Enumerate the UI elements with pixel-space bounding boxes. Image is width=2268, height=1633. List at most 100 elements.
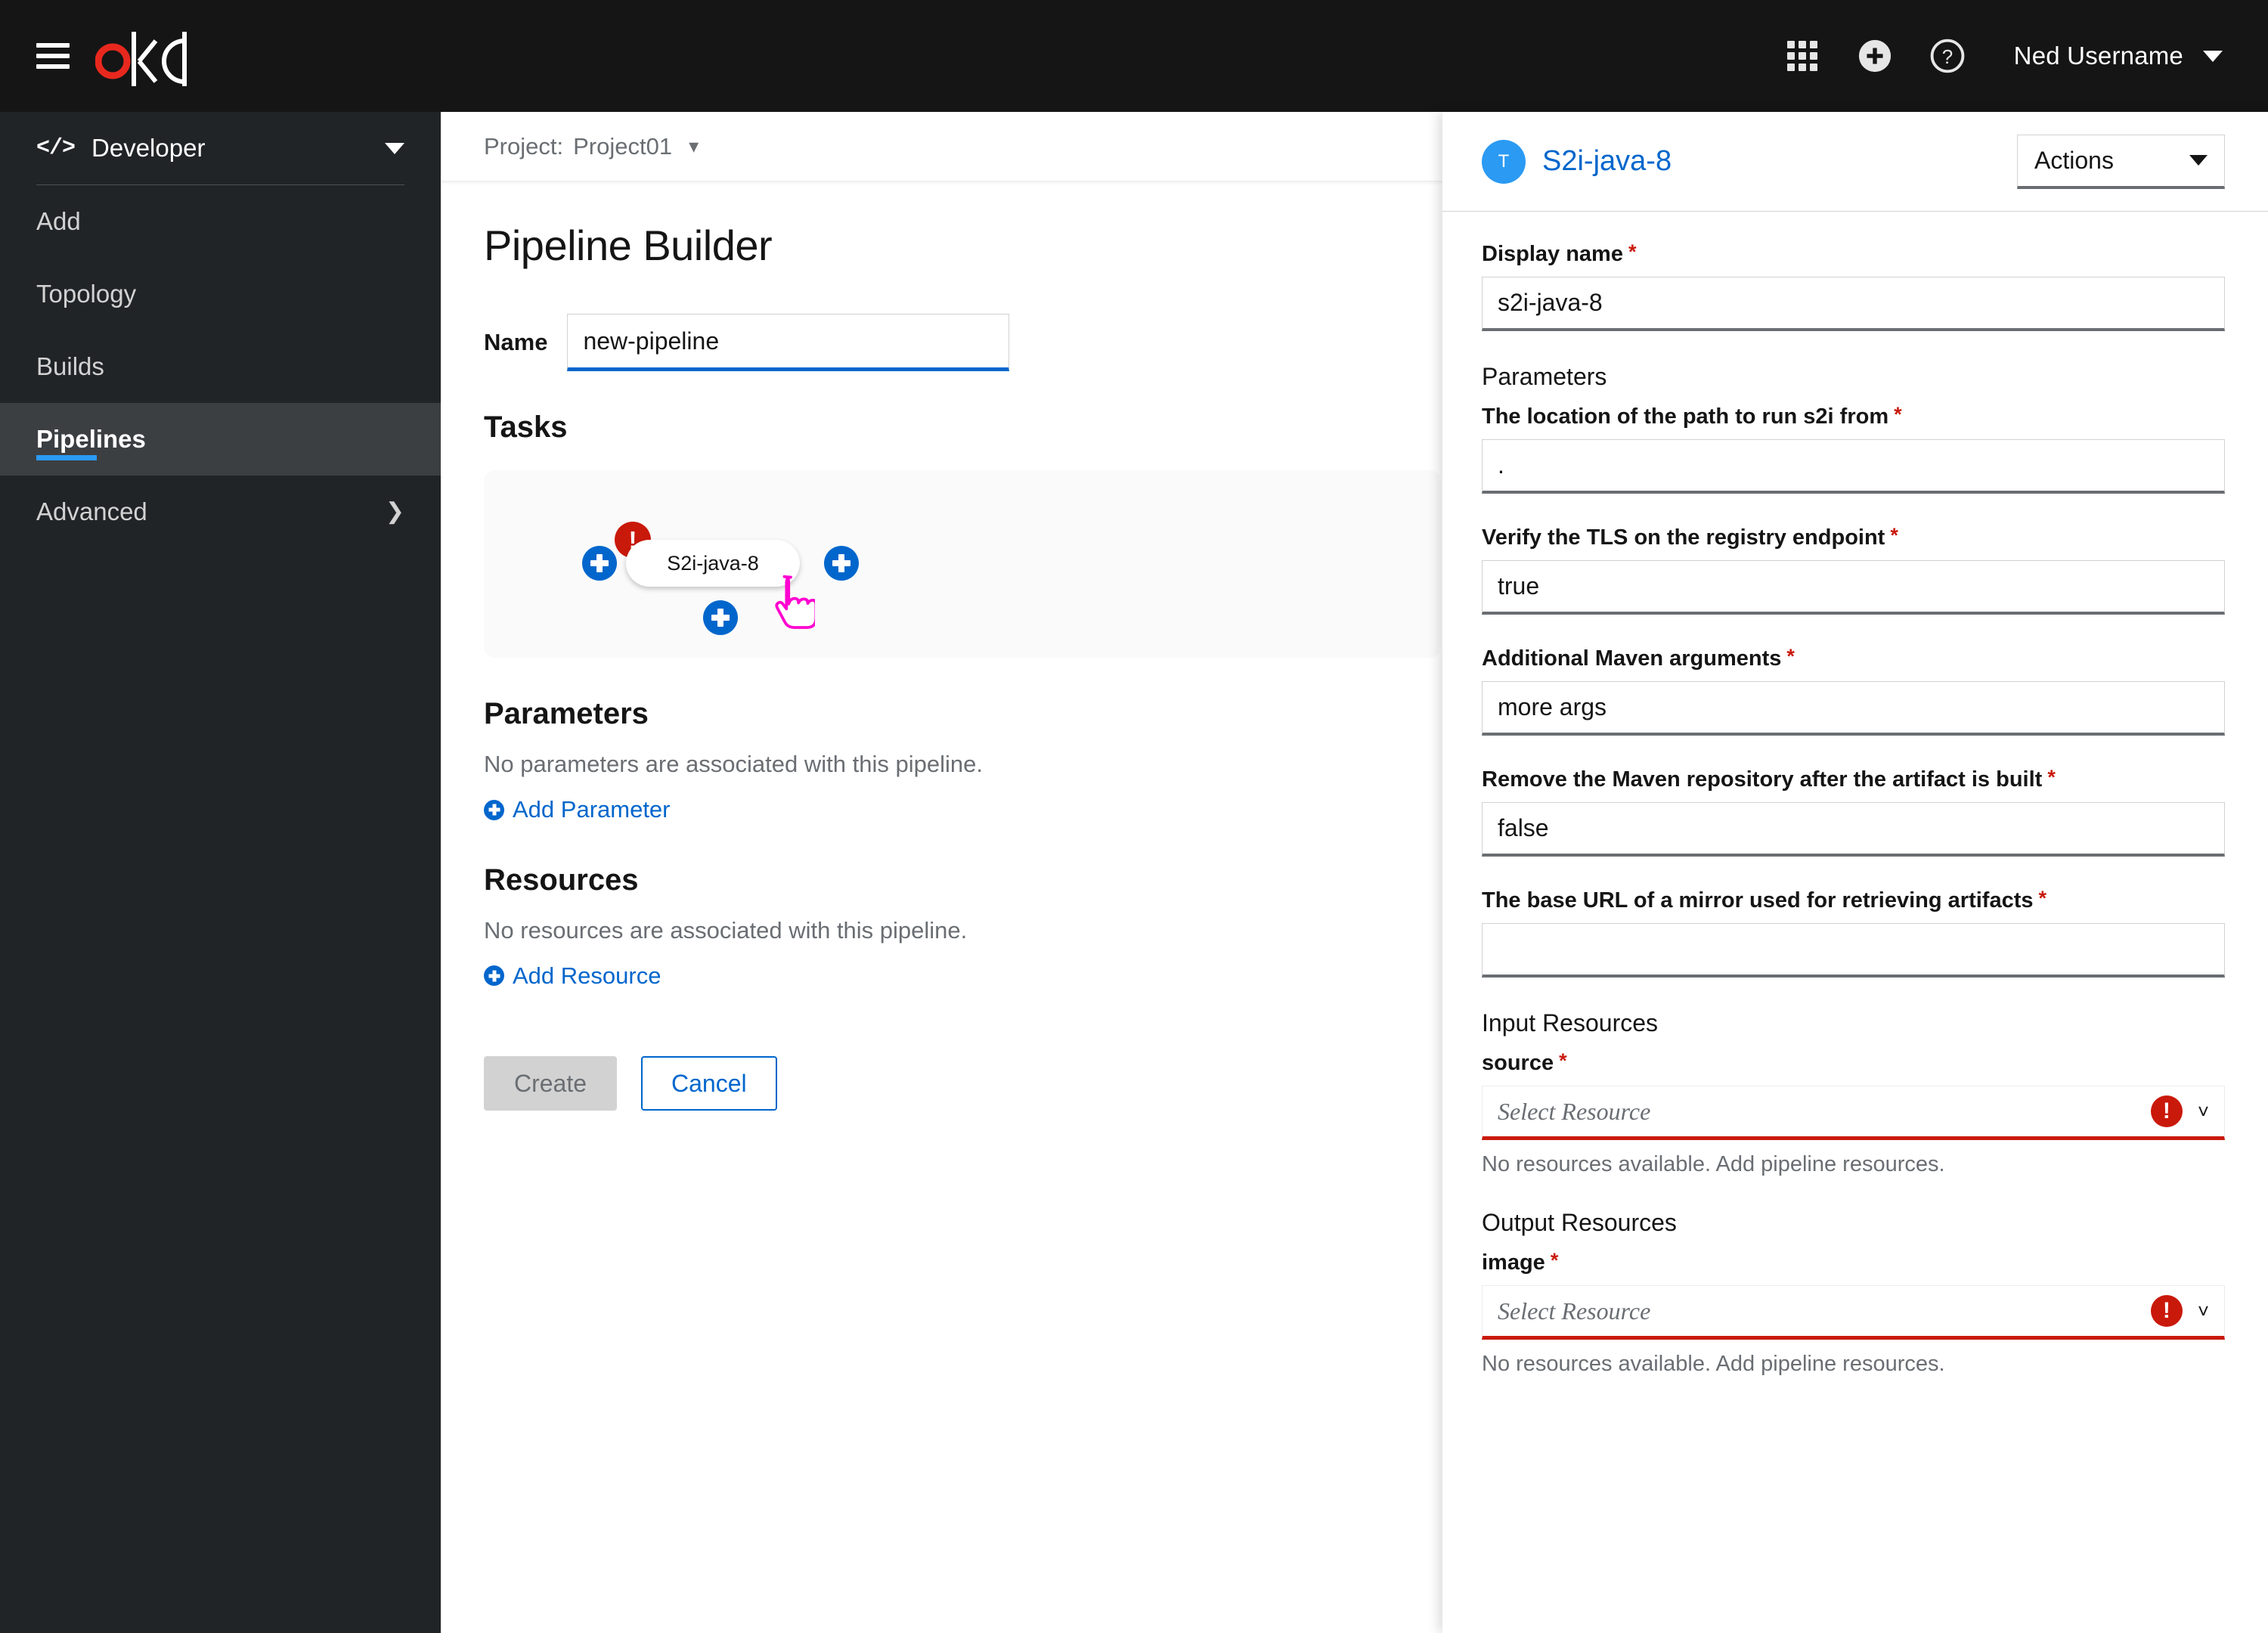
plus-circle-icon [484, 799, 504, 820]
required-marker: * [1890, 524, 1898, 547]
chevron-down-icon: ˅ [2197, 1300, 2209, 1322]
add-parameter-label: Add Parameter [513, 796, 671, 823]
output-resource-select[interactable]: Select Resource ! ˅ [1482, 1285, 2225, 1340]
add-resource-button[interactable]: Add Resource [484, 962, 661, 990]
output-resources-heading: Output Resources [1482, 1209, 1677, 1236]
param-input-path[interactable] [1482, 439, 2225, 494]
sidebar-item-label: Pipelines [36, 425, 146, 453]
param-label-text: The location of the path to run s2i from [1482, 404, 1889, 429]
output-resource-name-text: image [1482, 1250, 1545, 1275]
hamburger-icon[interactable] [36, 43, 70, 69]
input-resource-name: source * [1482, 1051, 2225, 1076]
resources-empty-text: No resources are associated with this pi… [484, 916, 968, 944]
panel-body: Display name * Parameters The location o… [1442, 212, 2268, 1377]
okd-logo[interactable] [95, 26, 194, 86]
panel-parameters-heading: Parameters [1482, 363, 1607, 390]
param-input-remove-repo[interactable] [1482, 802, 2225, 857]
perspective-label: Developer [91, 134, 206, 162]
plus-circle-icon [484, 965, 504, 986]
param-label-text: Verify the TLS on the registry endpoint [1482, 525, 1885, 550]
main-content: Project: Project01 ▾ Pipeline Builder Na… [441, 112, 1442, 1633]
display-name-input[interactable] [1482, 277, 2225, 331]
task-type-badge: T [1482, 139, 1526, 184]
project-selector-value[interactable]: Project01 [573, 133, 672, 160]
panel-header: T S2i-java-8 Actions [1442, 112, 2268, 212]
input-resource-placeholder: Select Resource [1498, 1097, 1651, 1125]
sidebar-item-label: Topology [36, 280, 137, 308]
resources-heading: Resources [484, 863, 639, 897]
actions-label: Actions [2034, 146, 2114, 174]
sidebar-item-advanced[interactable]: Advanced ❯ [0, 476, 441, 548]
add-task-below-button[interactable] [703, 600, 738, 635]
param-label-remove-repo: Remove the Maven repository after the ar… [1482, 767, 2225, 792]
actions-dropdown[interactable]: Actions [2017, 134, 2225, 189]
sidebar-item-add[interactable]: Add [0, 185, 441, 258]
question-circle-icon[interactable]: ? [1911, 20, 1984, 92]
sidebar: </> Developer Add Topology Builds Pipeli… [0, 112, 441, 1633]
form-actions: Create Cancel [484, 1056, 1399, 1111]
breadcrumb: Project: Project01 ▾ [441, 112, 1442, 181]
add-parameter-button[interactable]: Add Parameter [484, 796, 671, 823]
exclamation-circle-icon: ! [2150, 1295, 2183, 1327]
tasks-heading: Tasks [484, 411, 568, 444]
sidebar-item-pipelines[interactable]: Pipelines [0, 403, 441, 476]
svg-text:?: ? [1941, 45, 1952, 68]
param-input-maven-args[interactable] [1482, 681, 2225, 736]
input-resources-heading: Input Resources [1482, 1009, 1659, 1037]
user-menu-label[interactable]: Ned Username [2014, 42, 2183, 70]
caret-down-icon [2189, 155, 2208, 166]
sidebar-item-label: Advanced [36, 497, 147, 525]
input-resource-name-text: source [1482, 1051, 1554, 1075]
chevron-right-icon: ❯ [385, 499, 404, 524]
caret-down-icon[interactable]: ▾ [689, 135, 699, 158]
cancel-button[interactable]: Cancel [641, 1056, 777, 1111]
perspective-switcher[interactable]: </> Developer [0, 112, 441, 184]
sidebar-item-builds[interactable]: Builds [0, 330, 441, 403]
task-node-label: S2i-java-8 [667, 551, 759, 575]
pipeline-name-input[interactable] [567, 314, 1010, 371]
display-name-label-text: Display name [1482, 242, 1623, 266]
output-resource-name: image * [1482, 1250, 2225, 1275]
input-resource-select[interactable]: Select Resource ! ˅ [1482, 1086, 2225, 1140]
masthead: ? Ned Username [0, 0, 2268, 112]
param-label-text: Remove the Maven repository after the ar… [1482, 767, 2043, 792]
required-marker: * [2047, 766, 2056, 789]
required-marker: * [1550, 1249, 1559, 1272]
input-resource-hint: No resources available. Add pipeline res… [1482, 1152, 1945, 1176]
caret-down-icon[interactable] [2203, 50, 2223, 62]
task-details-panel: T S2i-java-8 Actions Display name * Para… [1442, 112, 2268, 1633]
create-button[interactable]: Create [484, 1056, 617, 1111]
sidebar-item-label: Builds [36, 352, 104, 380]
panel-title[interactable]: S2i-java-8 [1542, 145, 1672, 178]
param-label-text: Additional Maven arguments [1482, 646, 1782, 671]
param-label-mirror-url: The base URL of a mirror used for retrie… [1482, 888, 2225, 913]
required-marker: * [1786, 645, 1795, 668]
chevron-down-icon: ˅ [2197, 1100, 2209, 1123]
display-name-label: Display name * [1482, 242, 2225, 267]
param-input-tls[interactable] [1482, 560, 2225, 615]
tasks-canvas: ! S2i-java-8 [484, 470, 1441, 658]
parameters-empty-text: No parameters are associated with this p… [484, 751, 983, 777]
pipeline-name-row: Name [484, 314, 1399, 371]
caret-down-icon [385, 142, 404, 154]
param-input-mirror-url[interactable] [1482, 923, 2225, 978]
output-resource-placeholder: Select Resource [1498, 1297, 1651, 1325]
grid-apps-icon[interactable] [1766, 20, 1839, 92]
required-marker: * [1628, 240, 1637, 263]
project-label: Project: [484, 132, 564, 160]
param-label-tls: Verify the TLS on the registry endpoint … [1482, 525, 2225, 550]
required-marker: * [1894, 403, 1902, 426]
add-task-left-button[interactable] [582, 546, 617, 581]
sidebar-item-label: Add [36, 207, 81, 235]
name-label: Name [484, 329, 548, 355]
plus-circle-icon[interactable] [1839, 20, 1911, 92]
code-icon: </> [36, 135, 76, 161]
param-label-maven-args: Additional Maven arguments * [1482, 646, 2225, 671]
add-task-right-button[interactable] [824, 546, 859, 581]
output-resource-hint: No resources available. Add pipeline res… [1482, 1352, 1945, 1376]
add-resource-label: Add Resource [513, 962, 662, 989]
required-marker: * [1559, 1049, 1567, 1072]
parameters-heading: Parameters [484, 697, 649, 730]
sidebar-item-topology[interactable]: Topology [0, 258, 441, 330]
pointer-hand-cursor [775, 575, 815, 629]
